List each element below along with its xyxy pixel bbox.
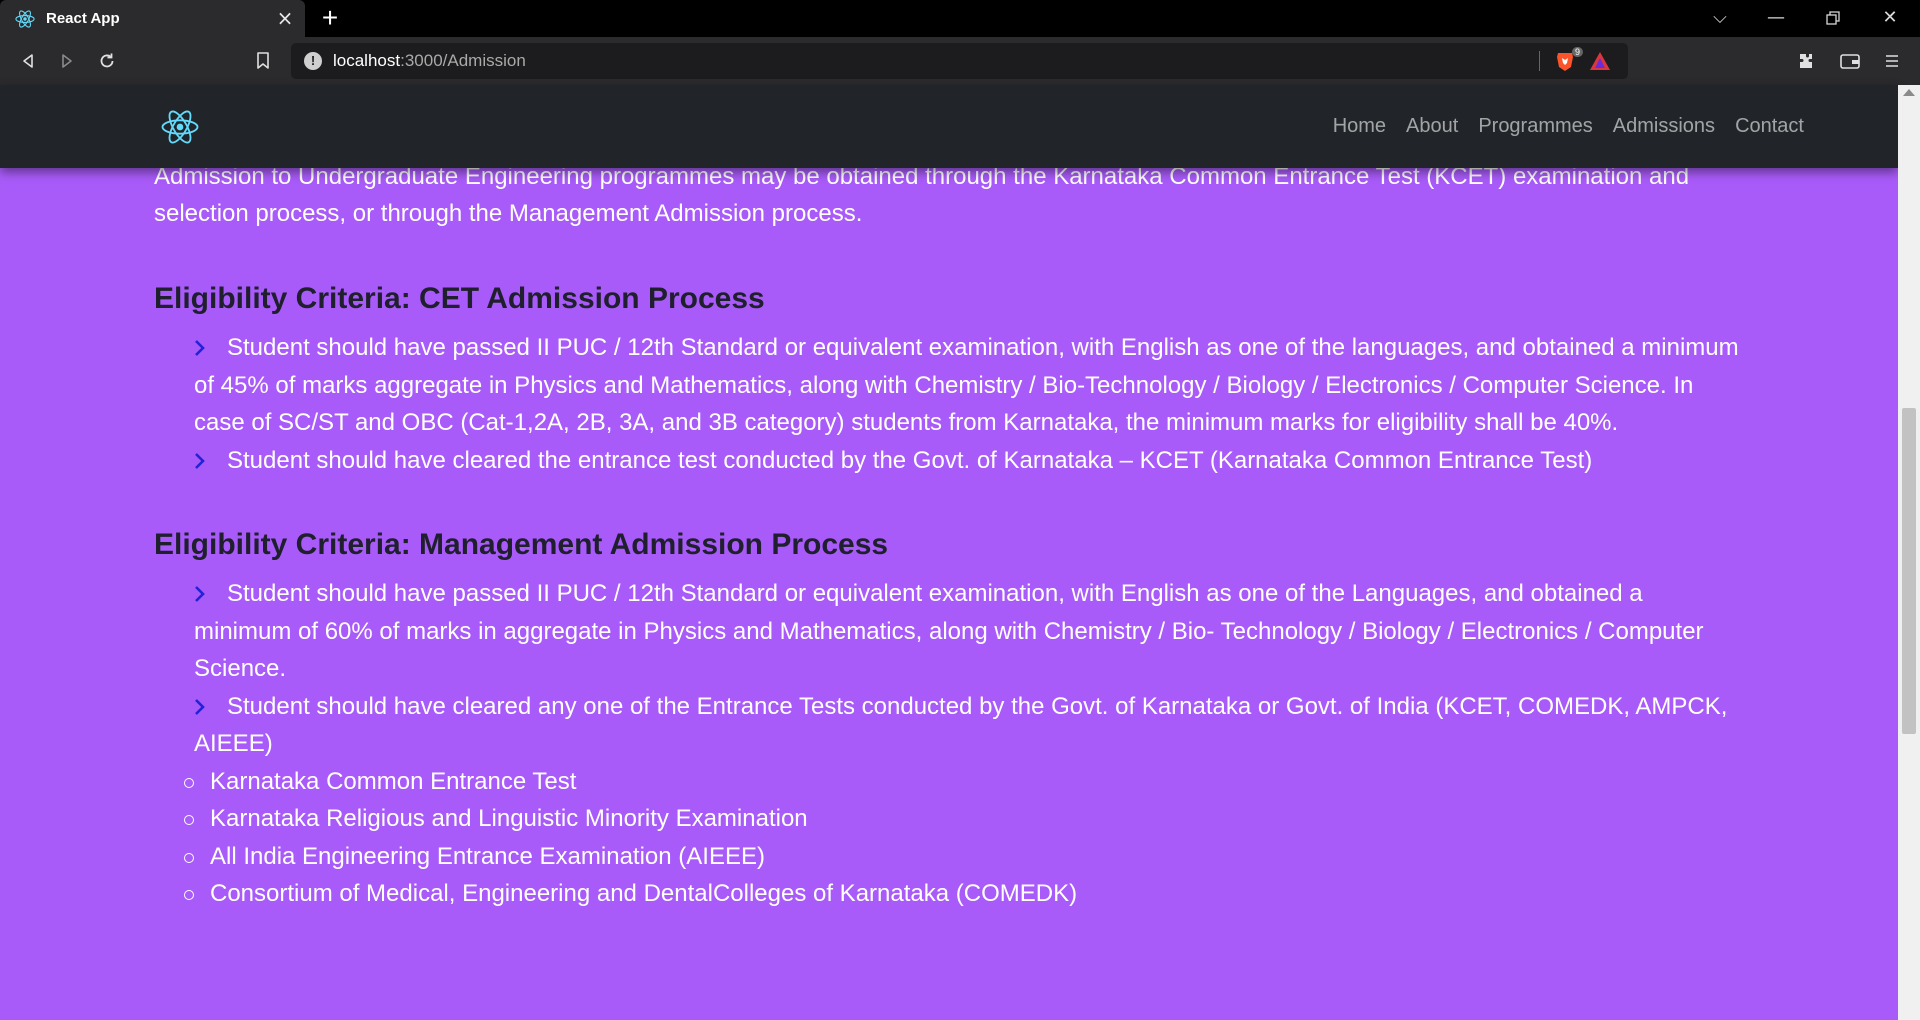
admission-content: Admission to Undergraduate Engineering p…	[154, 158, 1744, 913]
address-bar[interactable]: ! localhost:3000/Admission 9	[291, 43, 1628, 79]
url-text[interactable]: localhost:3000/Admission	[333, 51, 526, 71]
nav-link-home[interactable]: Home	[1323, 115, 1396, 138]
nav-link-programmes[interactable]: Programmes	[1468, 115, 1602, 138]
circle-bullet-icon	[184, 852, 194, 863]
browser-toolbar: ! localhost:3000/Admission 9	[0, 37, 1920, 85]
management-section-title: Eligibility Criteria: Management Admissi…	[154, 528, 889, 561]
shield-count-badge: 9	[1572, 47, 1584, 57]
circle-bullet-icon	[184, 815, 194, 825]
list-item: Student should have cleared the entrance…	[194, 442, 1744, 480]
info-icon[interactable]: !	[304, 52, 322, 70]
site-navbar: Home About Programmes Admissions Contact	[0, 85, 1898, 168]
back-icon[interactable]	[14, 47, 42, 75]
page-scrollbar[interactable]	[1898, 85, 1920, 1020]
circle-bullet-icon	[184, 890, 194, 900]
minimize-icon[interactable]: —	[1762, 6, 1790, 30]
nav-link-about[interactable]: About	[1396, 115, 1468, 138]
close-window-icon[interactable]: ✕	[1876, 6, 1904, 30]
circle-bullet-icon	[184, 777, 194, 788]
scrollbar-thumb[interactable]	[1902, 408, 1916, 734]
tab-title: React App	[46, 10, 120, 27]
close-icon[interactable]: ×	[275, 8, 295, 28]
react-logo-icon[interactable]	[160, 107, 200, 147]
restore-icon[interactable]	[1819, 6, 1847, 30]
intro-paragraph: Admission to Undergraduate Engineering p…	[154, 163, 1690, 227]
scroll-up-icon[interactable]	[1903, 89, 1915, 96]
list-item: All India Engineering Entrance Examinati…	[184, 838, 1744, 876]
tab-strip: React App × + ⌵ — ✕	[0, 0, 1920, 37]
wallet-icon[interactable]	[1838, 49, 1862, 73]
cet-criteria-list: Student should have passed II PUC / 12th…	[154, 329, 1744, 479]
nav-link-admissions[interactable]: Admissions	[1603, 115, 1725, 138]
list-item: Consortium of Medical, Engineering and D…	[184, 875, 1744, 913]
extensions-icon[interactable]	[1794, 49, 1818, 73]
chevron-right-icon	[194, 688, 212, 726]
list-item: Student should have passed II PUC / 12th…	[194, 329, 1744, 442]
menu-icon[interactable]	[1880, 49, 1904, 73]
brave-rewards-icon[interactable]	[1589, 51, 1611, 71]
list-item: Student should have passed II PUC / 12th…	[194, 575, 1744, 688]
entrance-tests-list: Karnataka Common Entrance Test Karnataka…	[154, 763, 1744, 913]
list-item: Student should have cleared any one of t…	[194, 688, 1744, 763]
cet-section-title: Eligibility Criteria: CET Admission Proc…	[154, 282, 765, 315]
management-criteria-list: Student should have passed II PUC / 12th…	[154, 575, 1744, 763]
browser-tab[interactable]: React App ×	[0, 0, 305, 37]
chevron-right-icon	[194, 329, 212, 367]
reload-icon[interactable]	[93, 47, 121, 75]
bookmark-icon[interactable]	[249, 47, 277, 75]
nav-links: Home About Programmes Admissions Contact	[1323, 85, 1814, 168]
tab-search-icon[interactable]: ⌵	[1706, 6, 1734, 30]
plus-icon[interactable]: +	[316, 4, 344, 33]
chevron-right-icon	[194, 575, 212, 613]
list-item: Karnataka Common Entrance Test	[184, 763, 1744, 801]
react-logo-icon	[14, 8, 36, 30]
forward-icon[interactable]	[53, 47, 81, 75]
nav-link-contact[interactable]: Contact	[1725, 115, 1814, 138]
list-item: Karnataka Religious and Linguistic Minor…	[184, 800, 1744, 838]
address-bar-divider	[1539, 51, 1540, 71]
chevron-right-icon	[194, 442, 212, 480]
